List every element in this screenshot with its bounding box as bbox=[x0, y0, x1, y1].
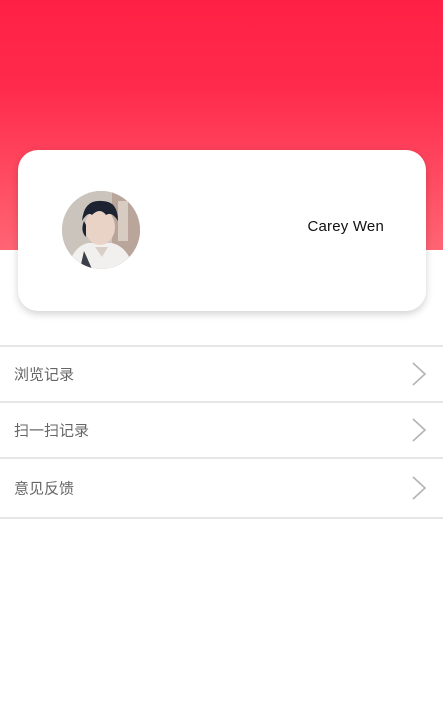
chevron-right-icon bbox=[412, 476, 427, 500]
menu-item-scan-history[interactable]: 扫一扫记录 bbox=[0, 403, 443, 459]
chevron-right-icon bbox=[412, 362, 427, 386]
menu-list: 浏览记录 扫一扫记录 意见反馈 bbox=[0, 345, 443, 519]
menu-item-label: 意见反馈 bbox=[14, 479, 75, 498]
profile-card[interactable]: Carey Wen bbox=[18, 150, 426, 311]
avatar-photo bbox=[62, 191, 140, 269]
menu-item-feedback[interactable]: 意见反馈 bbox=[0, 459, 443, 519]
menu-item-browse-history[interactable]: 浏览记录 bbox=[0, 347, 443, 403]
user-name: Carey Wen bbox=[307, 218, 384, 235]
avatar[interactable] bbox=[62, 191, 140, 269]
menu-item-label: 浏览记录 bbox=[14, 365, 75, 384]
menu-item-label: 扫一扫记录 bbox=[14, 421, 90, 440]
chevron-right-icon bbox=[412, 418, 427, 442]
